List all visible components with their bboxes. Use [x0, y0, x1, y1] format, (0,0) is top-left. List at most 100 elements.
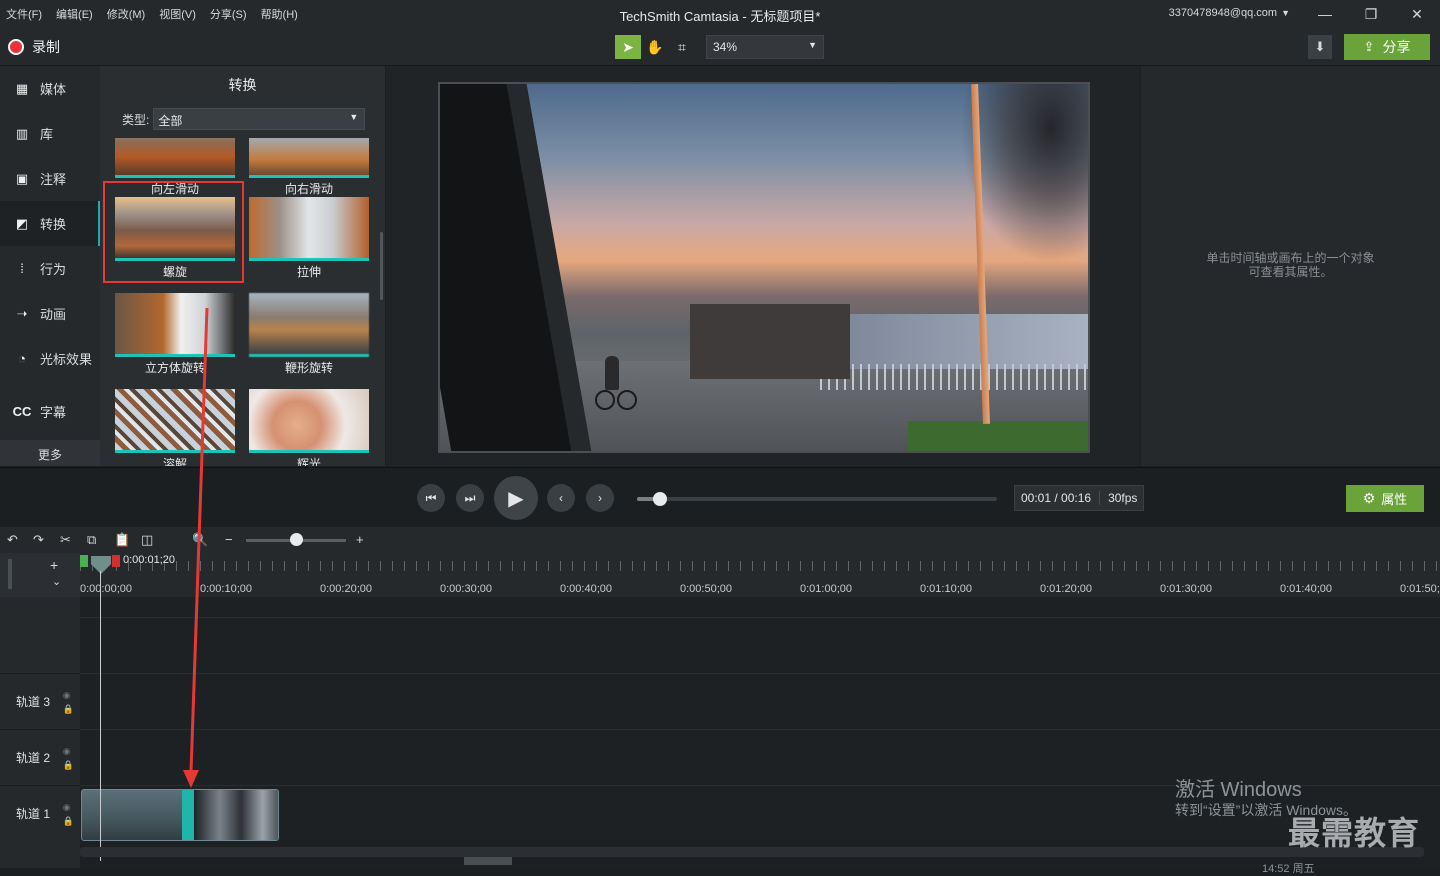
zoom-out-icon[interactable]: −	[225, 532, 233, 547]
selected-transition-highlight	[103, 181, 244, 283]
time-ruler[interactable]: 0:00:00;00 0:00:10;00 0:00:20;00 0:00:30…	[80, 553, 1440, 597]
video-preview[interactable]	[438, 82, 1090, 453]
eye-lock-icon[interactable]: ◉ 🔒	[63, 688, 74, 716]
track-header-tools: + ⌄	[0, 553, 80, 597]
restore-button[interactable]: ❐	[1348, 0, 1394, 28]
transition-tile-stretch[interactable]: 拉伸	[249, 197, 369, 280]
sidebar-item-label: 媒体	[40, 82, 67, 97]
sidebar-item-annotations[interactable]: ▣ 注释	[0, 156, 100, 201]
chevron-down-icon: ▼	[349, 112, 359, 122]
chevron-down-icon[interactable]: ⌄	[52, 575, 61, 588]
step-back-icon: ⏮	[425, 490, 437, 505]
account-menu[interactable]: 3370478948@qq.com ▼	[1169, 7, 1290, 19]
track-header-1[interactable]: 轨道 1 ◉ 🔒	[0, 785, 80, 841]
menu-file[interactable]: 文件(F)	[6, 6, 42, 22]
track-height-slider[interactable]	[8, 559, 12, 589]
step-forward-button[interactable]: ⏭	[456, 484, 484, 512]
sidebar-item-media[interactable]: ▦ 媒体	[0, 66, 100, 111]
transition-tile-whip-spin[interactable]: 鞭形旋转	[249, 293, 369, 376]
media-clip[interactable]	[81, 789, 279, 841]
range-start-handle[interactable]	[80, 555, 88, 567]
download-button[interactable]: ⬇	[1308, 35, 1332, 59]
track-header-3[interactable]: 轨道 3 ◉ 🔒	[0, 673, 80, 729]
transition-tile-dissolve[interactable]: 溶解	[115, 389, 235, 466]
sidebar-item-captions[interactable]: CC 字幕	[0, 381, 100, 441]
previous-button[interactable]: ‹	[547, 484, 575, 512]
eye-lock-icon[interactable]: ◉ 🔒	[63, 800, 74, 828]
track-name: 轨道 1	[16, 807, 51, 821]
select-tool-button[interactable]: ➤	[615, 35, 641, 59]
scrollbar-thumb[interactable]	[464, 857, 512, 865]
zoom-search-icon[interactable]: 🔍	[192, 532, 208, 548]
sidebar-item-cursor-effects[interactable]: ◔ 光标效果	[0, 336, 100, 381]
type-filter: 类型: 全部 ▼	[122, 108, 366, 130]
sidebar-item-library[interactable]: ▥ 库	[0, 111, 100, 156]
chevron-down-icon: ▼	[808, 40, 817, 50]
timeline-zoom-handle[interactable]	[290, 533, 303, 546]
next-button[interactable]: ›	[586, 484, 614, 512]
transition-tile-glow[interactable]: 辉光	[249, 389, 369, 466]
panel-scrollbar[interactable]	[380, 232, 383, 300]
canvas-zoom-select[interactable]: 34% ▼	[706, 35, 824, 59]
zoom-value: 34%	[713, 40, 738, 54]
crop-tool-button[interactable]: ⌗	[669, 35, 695, 59]
more-button[interactable]: 更多	[0, 440, 100, 466]
add-track-icon[interactable]: +	[50, 557, 58, 573]
track-row-3[interactable]	[80, 673, 1440, 729]
share-button[interactable]: ⇪ 分享	[1344, 34, 1430, 60]
step-back-button[interactable]: ⏮	[417, 484, 445, 512]
sidebar-item-label: 库	[40, 127, 54, 142]
range-end-handle[interactable]	[112, 555, 120, 567]
download-arrow-icon: ⬇	[1314, 39, 1326, 54]
pan-tool-button[interactable]: ✋	[642, 35, 668, 59]
taskbar-clock: 14:52 周五	[1262, 863, 1315, 875]
type-select[interactable]: 全部 ▼	[153, 108, 366, 130]
redo-icon[interactable]: ↷	[33, 532, 44, 548]
transition-tile-cube-rotate[interactable]: 立方体旋转	[115, 293, 235, 376]
chevron-down-icon: ▼	[1281, 8, 1290, 18]
scrubber-handle[interactable]	[652, 492, 667, 506]
properties-button[interactable]: ⚙ 属性	[1346, 485, 1424, 512]
record-icon	[8, 39, 24, 55]
transition-thumbnail	[115, 293, 235, 357]
menu-view[interactable]: 视图(V)	[159, 6, 196, 22]
copy-icon[interactable]: ⧉	[87, 532, 96, 548]
close-button[interactable]: ✕	[1394, 0, 1440, 28]
play-button[interactable]: ▶	[494, 476, 538, 520]
sidebar-item-transitions[interactable]: ◩ 转换	[0, 201, 100, 246]
ruler-label: 0:00:50;00	[680, 583, 732, 595]
site-logo: 最需教育	[1288, 815, 1421, 851]
zoom-in-icon[interactable]: +	[356, 532, 364, 547]
menu-share[interactable]: 分享(S)	[210, 6, 247, 22]
playback-scrubber[interactable]	[637, 492, 997, 506]
menu-modify[interactable]: 修改(M)	[107, 6, 146, 22]
animation-icon: ➝	[16, 305, 28, 321]
sidebar-item-behaviors[interactable]: ⁞ 行为	[0, 246, 100, 291]
eye-lock-icon[interactable]: ◉ 🔒	[63, 744, 74, 772]
ruler-label: 0:01:30;00	[1160, 583, 1212, 595]
menu-help[interactable]: 帮助(H)	[261, 6, 298, 22]
record-button[interactable]: 录制	[8, 37, 60, 57]
properties-hint: 单击时间轴或画布上的一个对象 可查看其属性。	[1141, 251, 1440, 279]
ruler-label: 0:01:40;00	[1280, 583, 1332, 595]
crop-icon: ⌗	[678, 38, 686, 55]
transition-marker[interactable]	[182, 790, 194, 840]
video-building	[820, 314, 1088, 369]
ruler-label: 0:01:00;00	[800, 583, 852, 595]
paste-icon[interactable]: 📋	[114, 532, 130, 548]
track-row-empty[interactable]	[80, 617, 1440, 673]
sidebar-item-label: 光标效果	[40, 352, 93, 367]
transition-label: 辉光	[296, 457, 321, 466]
undo-icon[interactable]: ↶	[7, 532, 18, 548]
sidebar-item-animations[interactable]: ➝ 动画	[0, 291, 100, 336]
timeline-scrollbar[interactable]	[80, 847, 1424, 865]
split-icon[interactable]: ◫	[141, 532, 153, 548]
minimize-button[interactable]: —	[1302, 0, 1348, 28]
play-icon: ▶	[508, 487, 524, 510]
transition-thumbnail	[249, 293, 369, 357]
menu-edit[interactable]: 编辑(E)	[56, 6, 93, 22]
track-header-2[interactable]: 轨道 2 ◉ 🔒	[0, 729, 80, 785]
time-display: 00:01 / 00:16 30fps	[1014, 485, 1145, 511]
transition-tile-slide-right[interactable]: 向右滑动	[249, 138, 369, 197]
cut-icon[interactable]: ✂	[60, 532, 71, 548]
